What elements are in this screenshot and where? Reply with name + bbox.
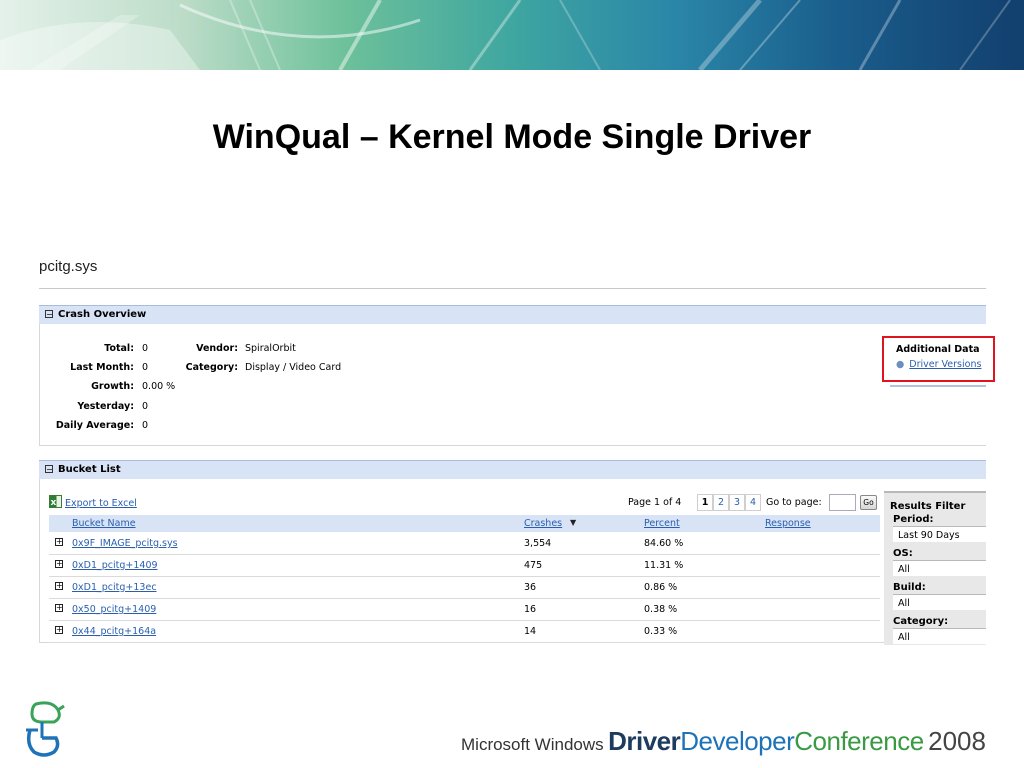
plus-box-icon[interactable]: + [55,604,63,612]
period-label: Period: [893,514,934,525]
last-month-value: 0 [142,362,149,373]
total-value: 0 [142,343,149,354]
bucket-name-link[interactable]: 0xD1_pcitg+1409 [72,560,158,571]
percent-value: 0.33 % [644,626,678,637]
category-label: Category: [185,362,238,373]
svg-text:x: x [51,498,57,508]
header-banner [0,0,1024,70]
crash-overview-header[interactable]: − Crash Overview [39,305,986,324]
bucket-table-header [49,515,880,532]
additional-data-heading: Additional Data [896,344,980,355]
os-select[interactable]: All [893,560,986,576]
percent-value: 84.60 % [644,538,684,549]
page-button-3[interactable]: 3 [729,494,745,511]
bucket-name-column-header[interactable]: Bucket Name [72,518,136,529]
crashes-value: 14 [524,626,537,637]
table-row[interactable]: + 0xD1_pcitg+13ec 36 0.86 % [49,577,880,599]
page-status: Page 1 of 4 [628,497,682,508]
vendor-value: SpiralOrbit [245,343,296,354]
goto-page-input[interactable] [829,494,856,511]
go-button[interactable]: Go [860,495,877,510]
bucket-name-link[interactable]: 0x9F_IMAGE_pcitg.sys [72,538,178,549]
plus-box-icon[interactable]: + [55,538,63,546]
percent-value: 0.38 % [644,604,678,615]
footer-driver: Driver [608,726,681,756]
conference-logo-icon [26,701,65,757]
percent-value: 0.86 % [644,582,678,593]
percent-column-header[interactable]: Percent [644,518,680,529]
bucket-name-link[interactable]: 0x44_pcitg+164a [72,626,156,637]
minus-box-icon[interactable]: − [45,310,53,319]
footer-microsoft-windows: Microsoft Windows [461,735,604,754]
driver-name: pcitg.sys [39,258,98,275]
growth-label: Growth: [91,381,134,392]
percent-value: 11.31 % [644,560,684,571]
slide-title: WinQual – Kernel Mode Single Driver [212,118,812,156]
daily-average-value: 0 [142,420,149,431]
bucket-list-header[interactable]: − Bucket List [39,460,986,479]
excel-icon[interactable]: x [49,495,62,508]
plus-box-icon[interactable]: + [55,560,63,568]
sort-descending-icon[interactable]: ▼ [570,518,576,527]
conference-wordmark: Microsoft Windows DriverDeveloperConfere… [461,726,986,757]
crashes-value: 475 [524,560,543,571]
period-select[interactable]: Last 90 Days [893,526,986,542]
bullet-icon: ● [896,359,905,370]
divider [39,288,986,289]
table-row[interactable]: + 0x9F_IMAGE_pcitg.sys 3,554 84.60 % [49,533,880,555]
plus-box-icon[interactable]: + [55,582,63,590]
table-row[interactable]: + 0x50_pcitg+1409 16 0.38 % [49,599,880,621]
response-column-header[interactable]: Response [765,518,811,529]
footer-conference: Conference [794,726,924,756]
daily-average-label: Daily Average: [55,420,134,431]
bucket-name-link[interactable]: 0xD1_pcitg+13ec [72,582,157,593]
table-row[interactable]: + 0xD1_pcitg+1409 475 11.31 % [49,555,880,577]
build-label: Build: [893,582,926,593]
growth-value: 0.00 % [142,381,176,392]
results-filter-panel: Results Filter Period: Last 90 Days OS: … [884,491,986,645]
category-value: Display / Video Card [245,362,342,373]
minus-box-icon[interactable]: − [45,465,53,474]
os-label: OS: [893,548,913,559]
last-month-label: Last Month: [70,362,134,373]
total-label: Total: [104,343,134,354]
yesterday-label: Yesterday: [77,401,134,412]
category-select[interactable]: All [893,628,986,644]
page-button-4[interactable]: 4 [745,494,761,511]
yesterday-value: 0 [142,401,149,412]
bucket-list-title: Bucket List [58,464,121,475]
category-filter-label: Category: [893,616,949,627]
page-button-1[interactable]: 1 [697,494,713,511]
additional-data-underline [890,385,986,387]
results-filter-title: Results Filter [890,501,966,512]
additional-data-box: Additional Data ● Driver Versions [882,336,995,382]
crashes-value: 36 [524,582,537,593]
crash-overview-title: Crash Overview [58,309,147,320]
build-select[interactable]: All [893,594,986,610]
crashes-value: 3,554 [524,538,552,549]
crashes-value: 16 [524,604,537,615]
goto-page-label: Go to page: [766,497,822,508]
bucket-name-link[interactable]: 0x50_pcitg+1409 [72,604,156,615]
export-to-excel-link[interactable]: Export to Excel [65,498,137,509]
table-row[interactable]: + 0x44_pcitg+164a 14 0.33 % [49,621,880,643]
footer-developer: Developer [680,726,795,756]
banner-decoration [0,0,1011,70]
plus-box-icon[interactable]: + [55,626,63,634]
driver-versions-link[interactable]: Driver Versions [909,359,981,370]
footer-year: 2008 [928,726,986,756]
vendor-label: Vendor: [196,343,238,354]
crashes-column-header[interactable]: Crashes [524,518,562,529]
page-button-2[interactable]: 2 [713,494,729,511]
